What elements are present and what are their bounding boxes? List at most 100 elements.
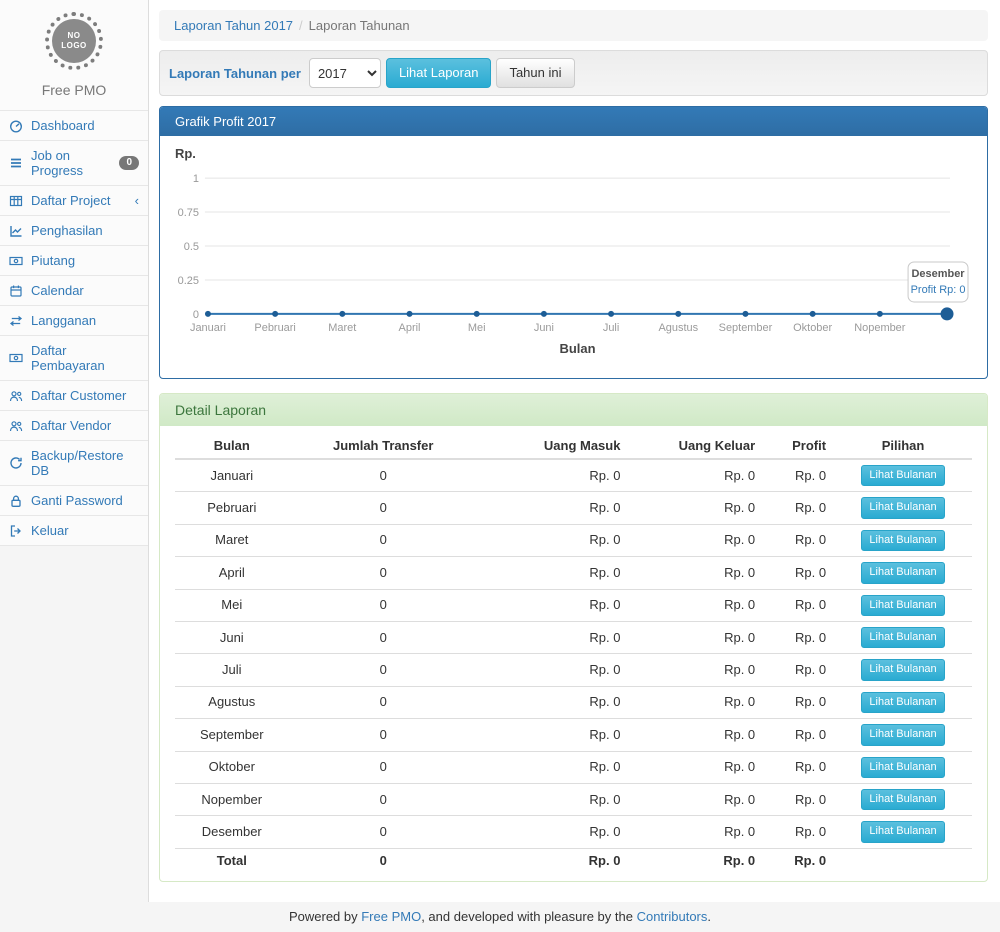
view-monthly-button[interactable]: Lihat Bulanan [861, 465, 944, 486]
cell-profit: Rp. 0 [763, 621, 834, 653]
cell-jumlah-transfer: 0 [289, 686, 478, 718]
x-tick-label: Januari [190, 322, 226, 334]
sidebar-item-label: Keluar [31, 523, 69, 538]
sidebar-item-label: Langganan [31, 313, 96, 328]
sidebar-item-dashboard[interactable]: Dashboard [0, 111, 148, 141]
cell-jumlah-transfer: 0 [289, 751, 478, 783]
brand-name: Free PMO [0, 76, 148, 110]
cell-pilihan: Lihat Bulanan [834, 719, 972, 751]
view-monthly-button[interactable]: Lihat Bulanan [861, 757, 944, 778]
cell-pilihan: Lihat Bulanan [834, 557, 972, 589]
data-point [407, 311, 413, 317]
view-monthly-button[interactable]: Lihat Bulanan [861, 562, 944, 583]
sidebar-item-penghasilan[interactable]: Penghasilan [0, 216, 148, 246]
sidebar-item-langganan[interactable]: Langganan [0, 306, 148, 336]
sidebar-item-label: Daftar Customer [31, 388, 126, 403]
cell-jumlah-transfer: 0 [289, 589, 478, 621]
cell-uang-keluar: Rp. 0 [628, 557, 763, 589]
view-monthly-button[interactable]: Lihat Bulanan [861, 595, 944, 616]
sidebar-item-daftar-pembayaran[interactable]: Daftar Pembayaran [0, 336, 148, 381]
view-monthly-button[interactable]: Lihat Bulanan [861, 627, 944, 648]
view-monthly-button[interactable]: Lihat Bulanan [861, 821, 944, 842]
detail-report-panel: Detail Laporan BulanJumlah TransferUang … [159, 393, 988, 882]
cell-jumlah-transfer: 0 [289, 557, 478, 589]
cell-profit: Rp. 0 [763, 589, 834, 621]
sidebar-item-ganti-password[interactable]: Ganti Password [0, 486, 148, 516]
cell-jumlah-transfer: 0 [289, 783, 478, 815]
x-tick-label: Juli [603, 322, 619, 334]
cell-uang-keluar: Rp. 0 [628, 589, 763, 621]
cell-uang-masuk: Rp. 0 [478, 492, 629, 524]
line-chart-icon [9, 224, 24, 238]
cell-bulan: Maret [175, 524, 289, 556]
sidebar-item-daftar-project[interactable]: Daftar Project‹ [0, 186, 148, 216]
sidebar-item-backup-restore[interactable]: Backup/Restore DB [0, 441, 148, 486]
cell-profit: Rp. 0 [763, 783, 834, 815]
cell-pilihan: Lihat Bulanan [834, 816, 972, 848]
cell-profit: Rp. 0 [763, 524, 834, 556]
logo-text: NO LOGO [52, 19, 96, 63]
view-monthly-button[interactable]: Lihat Bulanan [861, 789, 944, 810]
sidebar-item-label: Job on Progress [31, 148, 112, 178]
main-content: Laporan Tahun 2017/Laporan Tahunan Lapor… [149, 0, 1000, 902]
table-row: Januari0Rp. 0Rp. 0Rp. 0Lihat Bulanan [175, 459, 972, 492]
this-year-button[interactable]: Tahun ini [496, 58, 574, 88]
footer-link-contributors[interactable]: Contributors [637, 909, 708, 924]
year-select[interactable]: 2017 [309, 58, 381, 88]
cell-uang-keluar: Rp. 0 [628, 459, 763, 492]
report-table: BulanJumlah TransferUang MasukUang Kelua… [175, 434, 972, 873]
cell-profit: Rp. 0 [763, 848, 834, 873]
table-row: Mei0Rp. 0Rp. 0Rp. 0Lihat Bulanan [175, 589, 972, 621]
cell-jumlah-transfer: 0 [289, 719, 478, 751]
cell-jumlah-transfer: 0 [289, 654, 478, 686]
x-tick-label: September [719, 322, 773, 334]
table-row: Agustus0Rp. 0Rp. 0Rp. 0Lihat Bulanan [175, 686, 972, 718]
data-point [541, 311, 547, 317]
cell-pilihan: Lihat Bulanan [834, 589, 972, 621]
footer-link-free-pmo[interactable]: Free PMO [361, 909, 421, 924]
cell-jumlah-transfer: 0 [289, 816, 478, 848]
sidebar-item-keluar[interactable]: Keluar [0, 516, 148, 545]
money-icon [9, 351, 24, 365]
cell-pilihan: Lihat Bulanan [834, 686, 972, 718]
year-filter-form: Laporan Tahunan per 2017 Lihat Laporan T… [159, 50, 988, 96]
sidebar-item-label: Daftar Pembayaran [31, 343, 139, 373]
footer-text-middle: , and developed with pleasure by the [421, 909, 636, 924]
cell-bulan: Agustus [175, 686, 289, 718]
cell-profit: Rp. 0 [763, 557, 834, 589]
view-monthly-button[interactable]: Lihat Bulanan [861, 724, 944, 745]
logout-icon [9, 524, 24, 538]
sidebar-item-daftar-customer[interactable]: Daftar Customer [0, 381, 148, 411]
breadcrumb-link-laporan-tahun[interactable]: Laporan Tahun 2017 [174, 18, 293, 33]
cell-uang-masuk: Rp. 0 [478, 816, 629, 848]
table-row: Oktober0Rp. 0Rp. 0Rp. 0Lihat Bulanan [175, 751, 972, 783]
profit-line-chart: Rp.00.250.50.751JanuariPebruariMaretApri… [175, 144, 972, 370]
view-monthly-button[interactable]: Lihat Bulanan [861, 659, 944, 680]
cell-profit: Rp. 0 [763, 492, 834, 524]
footer-text-prefix: Powered by [289, 909, 361, 924]
cell-jumlah-transfer: 0 [289, 459, 478, 492]
column-header: Bulan [175, 434, 289, 459]
tooltip-value: Profit Rp: 0 [911, 284, 966, 296]
cell-bulan: September [175, 719, 289, 751]
table-row: Juli0Rp. 0Rp. 0Rp. 0Lihat Bulanan [175, 654, 972, 686]
sidebar-item-job-on-progress[interactable]: Job on Progress0 [0, 141, 148, 186]
view-report-button[interactable]: Lihat Laporan [386, 58, 492, 88]
cell-bulan: Nopember [175, 783, 289, 815]
sidebar-item-piutang[interactable]: Piutang [0, 246, 148, 276]
cell-profit: Rp. 0 [763, 816, 834, 848]
view-monthly-button[interactable]: Lihat Bulanan [861, 692, 944, 713]
cell-uang-keluar: Rp. 0 [628, 492, 763, 524]
view-monthly-button[interactable]: Lihat Bulanan [861, 497, 944, 518]
cell-jumlah-transfer: 0 [289, 848, 478, 873]
sidebar-item-label: Piutang [31, 253, 75, 268]
sidebar-item-daftar-vendor[interactable]: Daftar Vendor [0, 411, 148, 441]
cell-uang-keluar: Rp. 0 [628, 621, 763, 653]
column-header: Uang Keluar [628, 434, 763, 459]
cell-uang-masuk: Rp. 0 [478, 848, 629, 873]
cell-uang-keluar: Rp. 0 [628, 686, 763, 718]
view-monthly-button[interactable]: Lihat Bulanan [861, 530, 944, 551]
sidebar-item-calendar[interactable]: Calendar [0, 276, 148, 306]
lock-icon [9, 494, 24, 508]
sidebar-item-label: Daftar Vendor [31, 418, 111, 433]
